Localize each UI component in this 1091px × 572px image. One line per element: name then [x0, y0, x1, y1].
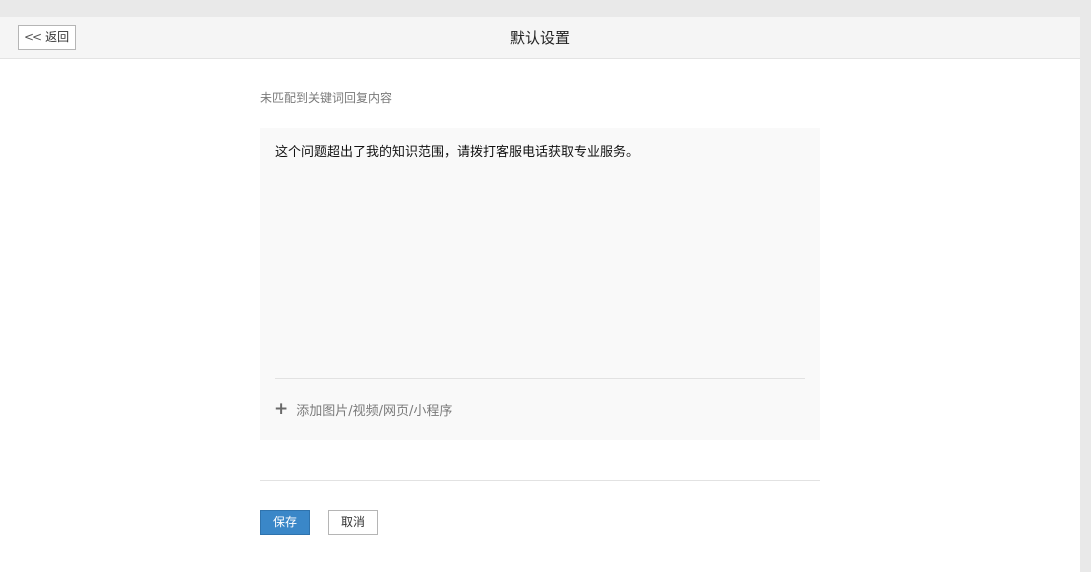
reply-text-input[interactable]: 这个问题超出了我的知识范围，请拨打客服电话获取专业服务。: [275, 144, 805, 162]
section-label: 未匹配到关键词回复内容: [260, 91, 393, 105]
add-media-button[interactable]: + 添加图片/视频/网页/小程序: [274, 399, 453, 420]
page-frame: << 返回 默认设置 未匹配到关键词回复内容 这个问题超出了我的知识范围，请拨打…: [0, 17, 1080, 572]
form-divider: [260, 480, 820, 481]
page-title: 默认设置: [509, 29, 570, 47]
plus-icon: +: [274, 399, 289, 419]
add-media-label: 添加图片/视频/网页/小程序: [296, 404, 453, 419]
header-bar: << 返回 默认设置: [0, 17, 1080, 59]
cancel-button[interactable]: 取消: [328, 510, 378, 535]
editor-divider: [275, 378, 805, 379]
reply-editor[interactable]: 这个问题超出了我的知识范围，请拨打客服电话获取专业服务。 + 添加图片/视频/网…: [260, 128, 820, 440]
save-button[interactable]: 保存: [260, 510, 310, 535]
